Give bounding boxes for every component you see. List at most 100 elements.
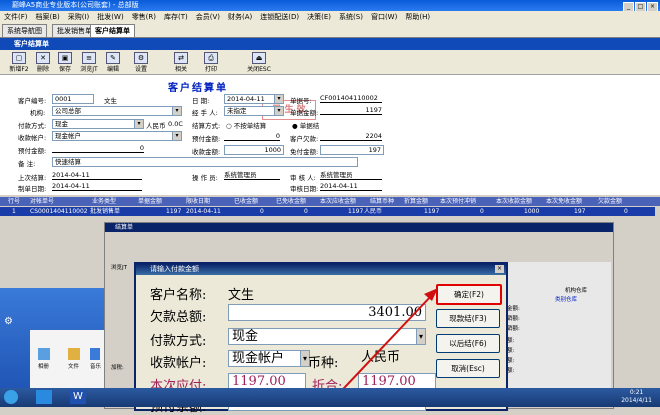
org-input[interactable]: 公司总部 ▾ xyxy=(52,106,182,116)
col-header[interactable]: 本次免收金额 xyxy=(546,197,582,206)
menu-help[interactable]: 帮助(H) xyxy=(401,11,434,23)
customer-debt-label: 客户欠款: xyxy=(290,135,319,143)
prepaid-label: 预付金额: xyxy=(18,147,47,155)
col-header[interactable]: 单据金额 xyxy=(138,197,162,206)
discount-input[interactable]: 197 xyxy=(320,145,384,155)
receipt-input[interactable]: 1000 xyxy=(224,145,284,155)
prepaid-offset-label: 预付金额: xyxy=(192,135,221,143)
subwindow-titlebar: 结算单 xyxy=(105,223,613,232)
edit-button[interactable]: ✎ 编辑 xyxy=(100,52,126,73)
system-clock[interactable]: 0:21 2014/4/11 xyxy=(621,389,652,405)
files-label: 文件 xyxy=(68,364,80,370)
menu-archive[interactable]: 档案(B) xyxy=(32,11,64,23)
edit-icon: ✎ xyxy=(106,52,120,64)
menu-member[interactable]: 会员(V) xyxy=(192,11,224,23)
col-header[interactable]: 结算币种 xyxy=(370,197,394,206)
window-title: 巅峰A5商业专业版本(公司账套) - 总部版 xyxy=(12,1,139,9)
category-warehouse-link[interactable]: 类别仓库 xyxy=(555,295,577,303)
tab-customer-settlement[interactable]: 客户结算单 xyxy=(90,24,135,37)
bill-amount-label: 单据金额: xyxy=(290,109,319,117)
dialog-customer-label: 客户名称: xyxy=(150,288,207,303)
col-header[interactable]: 业务类型 xyxy=(92,197,116,206)
close-icon[interactable]: × xyxy=(495,265,504,273)
save-button[interactable]: ▣ 保存 xyxy=(52,52,78,73)
tab-navigation[interactable]: 系统导航图 xyxy=(2,24,47,37)
reviewer-label: 审 核 人: xyxy=(290,174,316,182)
col-header[interactable]: 已免收金额 xyxy=(276,197,306,206)
pay-method-label: 付款方式: xyxy=(18,122,47,130)
menu-retail[interactable]: 零售(R) xyxy=(128,11,160,23)
dialog-pay-method-label: 付款方式: xyxy=(150,334,207,349)
col-header[interactable]: 折算金额 xyxy=(404,197,428,206)
chevron-down-icon[interactable]: ▾ xyxy=(274,95,283,103)
chevron-down-icon[interactable]: ▾ xyxy=(172,132,181,140)
account-select[interactable]: 现金帐户 ▾ xyxy=(52,131,182,141)
made-date-value: 2014-04-11 xyxy=(52,182,142,191)
panel-row-label: 金额: xyxy=(507,306,520,312)
dialog-total-debt-label: 欠款总额: xyxy=(150,310,207,325)
subwindow-tax-label: 加税: xyxy=(111,365,124,371)
menu-finance[interactable]: 财务(A) xyxy=(224,11,256,23)
dialog-title: 请输入付款金额 xyxy=(150,265,199,273)
account-label: 收款帐户: xyxy=(18,134,47,142)
subwindow-browse-label: 浏览JT xyxy=(111,265,127,271)
new-icon: ▢ xyxy=(12,52,26,64)
word-icon[interactable]: W xyxy=(70,390,86,404)
menu-distribution[interactable]: 连锁配送(D) xyxy=(256,11,303,23)
menu-window[interactable]: 窗口(W) xyxy=(367,11,401,23)
customer-debt-value: 2204 xyxy=(320,132,382,141)
col-header[interactable]: 对帐单号 xyxy=(30,197,54,206)
related-icon: ⇄ xyxy=(174,52,188,64)
browse-button[interactable]: ≡ 浏览JT xyxy=(76,52,102,73)
table-row[interactable]: 1 CS0001404110002 批发销售单 1197 2014-04-11 … xyxy=(0,207,655,216)
chevron-down-icon[interactable]: ▾ xyxy=(134,120,143,128)
menu-decision[interactable]: 决策(E) xyxy=(303,11,335,23)
col-header[interactable]: 本次收款金额 xyxy=(496,197,532,206)
pay-method-select[interactable]: 现金 ▾ xyxy=(52,119,144,129)
taskbar-app-icon[interactable] xyxy=(36,390,52,404)
col-header[interactable]: 本次预付冲销 xyxy=(440,197,476,206)
related-button[interactable]: ⇄ 相关 xyxy=(168,52,194,73)
settings-button[interactable]: ⚙ 设置 xyxy=(128,52,154,73)
col-header[interactable]: 已收金额 xyxy=(234,197,258,206)
menu-file[interactable]: 文件(F) xyxy=(0,11,32,23)
date-input[interactable]: 2014-04-11 ▾ xyxy=(224,94,284,104)
folder-icon[interactable] xyxy=(68,348,80,360)
remark-input[interactable]: 快速结算 xyxy=(52,157,358,167)
window-titlebar: 巅峰A5商业专业版本(公司账套) - 总部版 _ □ × xyxy=(0,0,660,12)
menu-system[interactable]: 系统(S) xyxy=(335,11,367,23)
print-button[interactable]: ⎙ 打印 xyxy=(198,52,224,73)
close-icon: ⏏ xyxy=(252,52,266,64)
last-settle-label: 上次结算: xyxy=(18,174,47,182)
chevron-down-icon[interactable]: ▾ xyxy=(172,107,181,115)
customer-no-input[interactable]: 0001 xyxy=(52,94,94,104)
menu-stock[interactable]: 库存(T) xyxy=(160,11,192,23)
rate-text: 0.0C xyxy=(168,120,183,128)
operator-label: 操 作 员: xyxy=(192,174,218,182)
new-button[interactable]: ▢ 新增F2 xyxy=(6,52,32,73)
prepaid-value: 0 xyxy=(52,144,144,153)
taskbar xyxy=(0,388,660,407)
settle-option-radio[interactable]: ○ 不按单结算 xyxy=(226,120,266,130)
right-side-panel: 机构仓库 类别仓库 金额: 销额: 销额: 额: 额: 额: 额: xyxy=(504,262,611,407)
col-header[interactable]: 限收日期 xyxy=(186,197,210,206)
close-button[interactable]: ⏏ 关闭ESC xyxy=(246,52,272,73)
col-header[interactable]: 本次应收金额 xyxy=(320,197,356,206)
gear-icon[interactable]: ⚙ xyxy=(4,316,13,327)
chevron-down-icon[interactable]: ▾ xyxy=(274,107,283,115)
dialog-titlebar: 请输入付款金额 × xyxy=(136,264,506,275)
remark-label: 备 注: xyxy=(18,160,36,168)
photos-icon[interactable] xyxy=(38,348,50,360)
menu-wholesale[interactable]: 批发(W) xyxy=(93,11,127,23)
panel-row-label: 销额: xyxy=(507,326,520,332)
dialog-account-select[interactable]: 现金帐户 ▾ xyxy=(228,350,310,367)
discount-label: 免付金额: xyxy=(290,148,319,156)
col-header[interactable]: 欠款金额 xyxy=(598,197,622,206)
music-icon[interactable] xyxy=(90,348,100,360)
settle-option2-radio[interactable]: ● 单据结 xyxy=(292,120,319,130)
start-button[interactable] xyxy=(4,390,18,404)
col-header[interactable]: 行号 xyxy=(8,197,20,206)
menu-purchase[interactable]: 采购(I) xyxy=(64,11,94,23)
bill-amount-value: 1197 xyxy=(320,106,382,115)
handler-select[interactable]: 未指定 ▾ xyxy=(224,106,284,116)
